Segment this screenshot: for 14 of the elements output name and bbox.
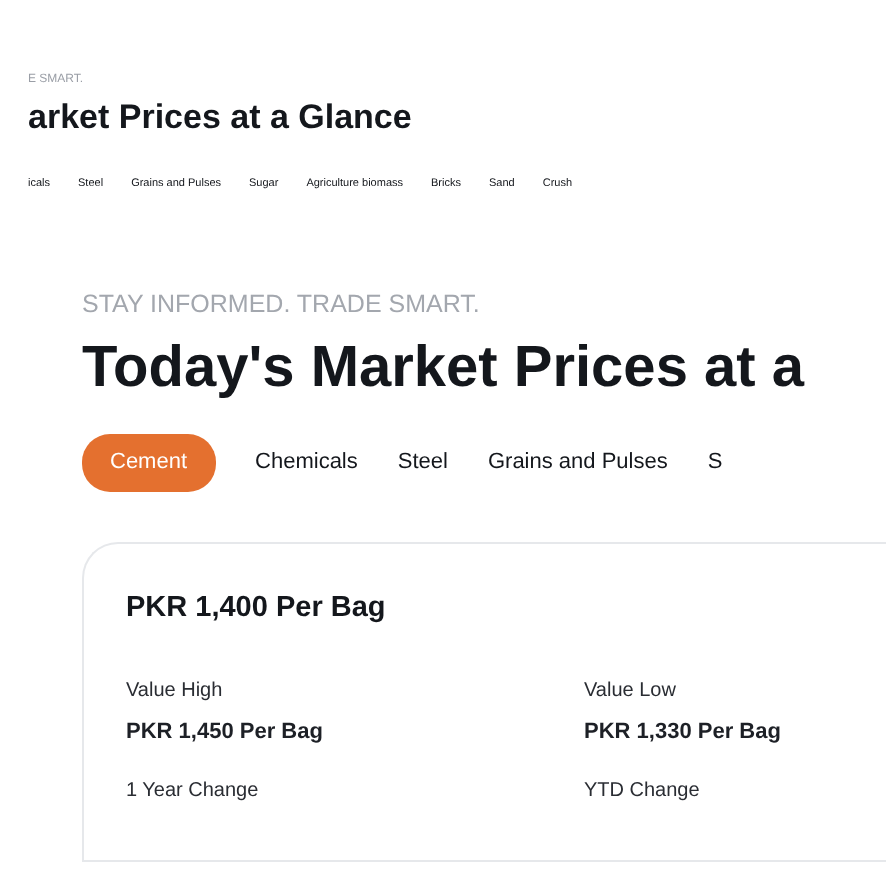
- stat-value: PKR 1,450 Per Bag: [126, 717, 325, 748]
- stat-label: Value High: [126, 677, 225, 706]
- category-tab[interactable]: Chemicals: [255, 434, 358, 492]
- category-tab[interactable]: Steel: [397, 434, 448, 492]
- tagline: STAY INFORMED. TRADE SMART.: [82, 287, 482, 322]
- section-heading: Today's Market Prices at a: [82, 338, 807, 403]
- category-tab[interactable]: S: [707, 434, 723, 492]
- stat-label: 1 Year Change: [126, 778, 261, 807]
- section-heading: arket Prices at a Glance: [26, 96, 414, 139]
- stat-value: PKR 1,330 Per Bag: [584, 717, 783, 748]
- stat-label: YTD Change: [584, 778, 702, 807]
- category-tab[interactable]: Grains and Pulses: [487, 434, 668, 492]
- stat-label: Value Low: [584, 677, 678, 706]
- price-value: PKR 1,400 Per Bag: [126, 589, 388, 628]
